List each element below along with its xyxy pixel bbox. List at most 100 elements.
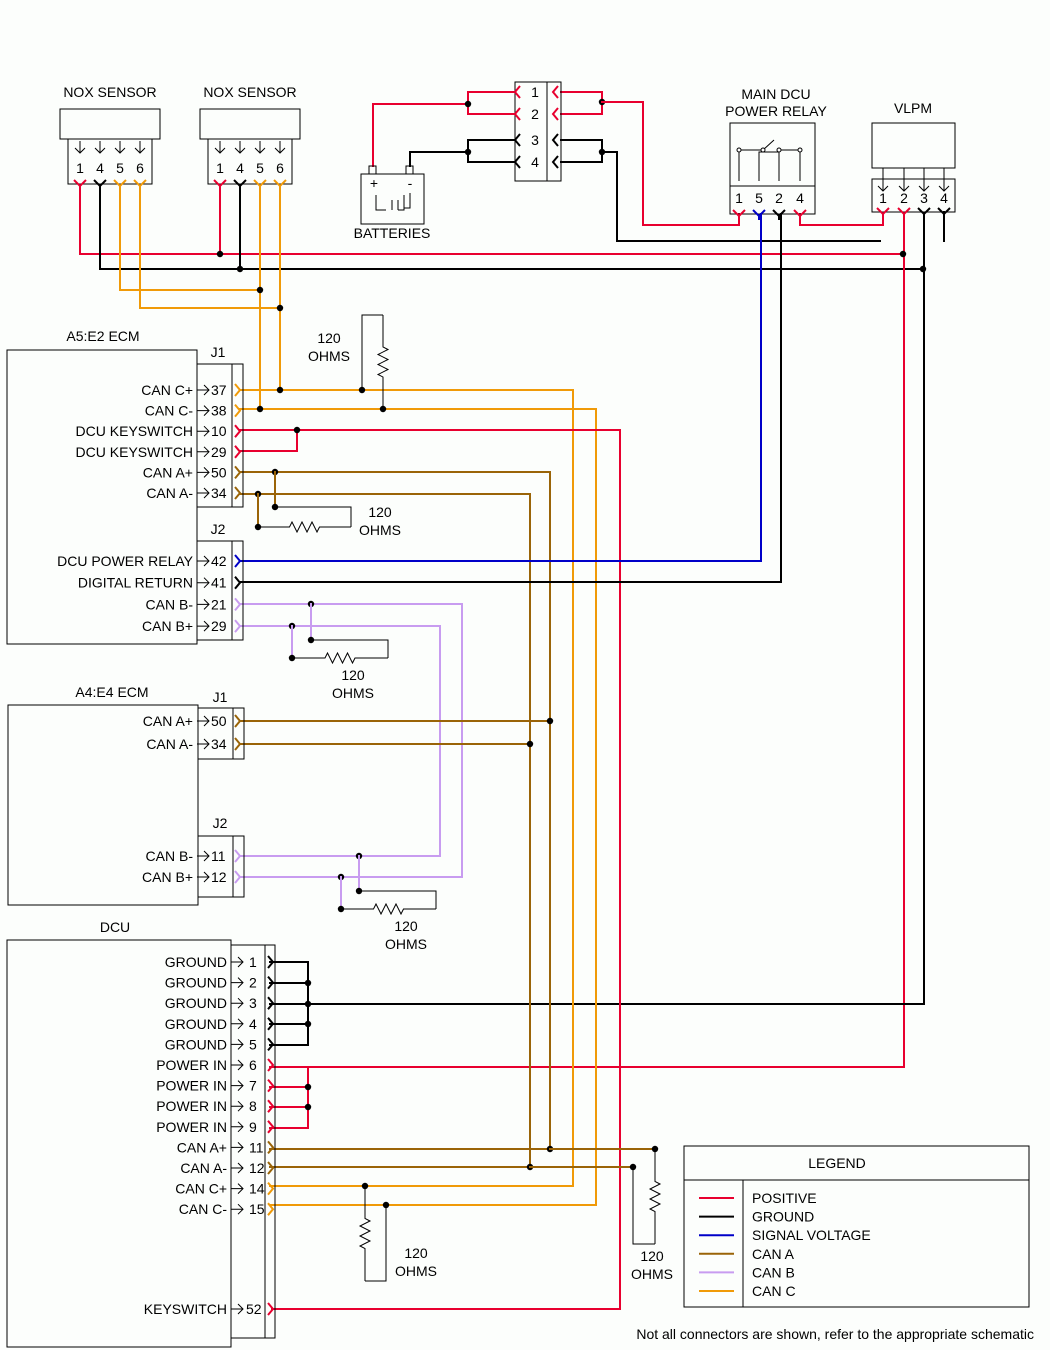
battery-terminal-positive xyxy=(368,165,377,175)
pin-arrow-icon xyxy=(231,1142,244,1153)
battery-cells-icon xyxy=(375,193,411,211)
relay-body xyxy=(729,122,816,187)
ecm-a4-j2-pin-11: 11 xyxy=(211,848,226,864)
ecm-a5-j1-label-2: DCU KEYSWITCH xyxy=(76,423,193,439)
legend-label-ground: GROUND xyxy=(752,1209,814,1225)
pin-arrow-icon xyxy=(231,956,244,968)
connector-fork-icon xyxy=(234,597,242,612)
junction-dot xyxy=(304,979,312,987)
connector-fork-icon xyxy=(793,209,807,220)
connector-fork-icon xyxy=(234,486,242,500)
junction-pin-4: 4 xyxy=(531,154,539,170)
pin-arrow-icon xyxy=(134,141,146,154)
wire-positive xyxy=(372,103,469,167)
ecm-a4-j1-label-1: CAN A- xyxy=(146,736,193,752)
legend-label-positive: POSITIVE xyxy=(752,1190,817,1206)
relay-pin-4: 4 xyxy=(796,190,804,206)
resistor-lead xyxy=(361,314,383,390)
ecm-a5-j2-label: J2 xyxy=(211,521,226,537)
legend-title: LEGEND xyxy=(808,1155,866,1171)
resistor-4-value: 120 xyxy=(394,918,418,934)
dcu-pin-4: 4 xyxy=(249,1016,257,1032)
junction-dot xyxy=(276,304,284,312)
dcu-pin-12: 12 xyxy=(249,1160,265,1176)
ecm-a5-j2-label-2: CAN B- xyxy=(146,596,194,612)
resistor-icon xyxy=(358,1186,372,1281)
dcu-label-10: CAN A- xyxy=(180,1160,227,1176)
connector-fork-icon xyxy=(732,209,746,220)
nox-sensor-1-body xyxy=(59,108,161,140)
nox-sensor-2-pin-1: 1 xyxy=(216,160,224,176)
junction-dot xyxy=(304,1103,312,1111)
pin-arrow-icon xyxy=(214,141,226,154)
dcu-label-0: GROUND xyxy=(165,954,227,970)
ecm-a4-j2-label-1: CAN B+ xyxy=(142,869,193,885)
dcu-pin-15: 15 xyxy=(249,1201,265,1217)
dcu-label-4: GROUND xyxy=(165,1036,227,1052)
pin-arrow-icon xyxy=(197,577,210,589)
connector-fork-icon xyxy=(234,870,242,884)
legend-label-signal: SIGNAL VOLTAGE xyxy=(752,1227,871,1243)
dcu-label-keyswitch: KEYSWITCH xyxy=(144,1301,227,1317)
connector-fork-icon xyxy=(267,1120,275,1134)
relay-pin-2: 2 xyxy=(775,190,783,206)
ecm-a5-j1-label-5: CAN A- xyxy=(146,485,193,501)
dcu-pin-8: 8 xyxy=(249,1098,257,1114)
pin-arrow-icon xyxy=(197,738,210,750)
relay-title-line1: MAIN DCU xyxy=(741,86,810,102)
junction-pin-2: 2 xyxy=(531,106,539,122)
ecm-a5-j1-pin-10: 10 xyxy=(211,423,227,439)
resistor-lead xyxy=(311,639,389,658)
connector-fork-icon xyxy=(513,133,521,147)
pin-arrow-icon xyxy=(231,1162,244,1174)
relay-contact-icon xyxy=(797,147,803,153)
ecm-a5-j1-label-3: DCU KEYSWITCH xyxy=(76,444,193,460)
junction-dot xyxy=(236,265,244,273)
nox-sensor-2-body xyxy=(199,108,301,140)
connector-fork-icon xyxy=(253,179,267,190)
dcu-pin-3: 3 xyxy=(249,995,257,1011)
connector-fork-icon xyxy=(234,737,242,751)
pin-arrow-icon xyxy=(231,1018,244,1030)
junction-dot xyxy=(256,405,264,413)
connector-fork-icon xyxy=(551,155,559,169)
pin-arrow-icon xyxy=(231,1303,244,1315)
connector-fork-icon xyxy=(233,179,247,190)
connector-fork-icon xyxy=(234,465,242,480)
dcu-title: DCU xyxy=(100,919,130,935)
junction-dot xyxy=(304,1020,312,1028)
resistor-4-unit: OHMS xyxy=(385,936,427,952)
dcu-label-2: GROUND xyxy=(165,995,227,1011)
connector-fork-icon xyxy=(234,403,242,418)
ecm-a5-j2-pin-21: 21 xyxy=(211,596,227,612)
connector-fork-icon xyxy=(133,179,147,190)
vlpm-pin-1: 1 xyxy=(879,190,887,206)
connector-fork-icon xyxy=(551,133,559,147)
pin-arrow-icon xyxy=(197,425,210,437)
dcu-pin-9: 9 xyxy=(249,1119,257,1135)
connector-fork-icon xyxy=(234,849,242,863)
connector-fork-icon xyxy=(513,85,521,99)
dcu-label-5: POWER IN xyxy=(156,1057,227,1073)
vlpm-pin-2: 2 xyxy=(900,190,908,206)
pin-arrow-icon xyxy=(197,446,210,458)
connector-fork-icon xyxy=(93,179,107,190)
connector-fork-icon xyxy=(234,424,242,438)
connector-fork-icon xyxy=(267,1302,275,1316)
pin-arrow-icon xyxy=(197,487,210,499)
ecm-a5-j1-pin-37: 37 xyxy=(211,382,227,398)
junction-dot xyxy=(919,265,927,273)
ecm-a5-j1-label-1: CAN C- xyxy=(145,403,194,419)
resistor-1-value: 120 xyxy=(317,330,341,346)
resistor-3-unit: OHMS xyxy=(332,685,374,701)
batteries-title: BATTERIES xyxy=(354,225,431,241)
ecm-a5-j1-pin-50: 50 xyxy=(211,464,227,480)
pin-arrow-icon xyxy=(197,850,210,862)
relay-contact-icon xyxy=(760,147,766,153)
pin-arrow-icon xyxy=(231,1121,244,1133)
junction-dot xyxy=(464,100,472,108)
ecm-a4-j2-label-0: CAN B- xyxy=(146,848,194,864)
dcu-pin-6: 6 xyxy=(249,1057,257,1073)
connector-fork-icon xyxy=(273,179,287,190)
wire-can_b xyxy=(239,625,441,857)
